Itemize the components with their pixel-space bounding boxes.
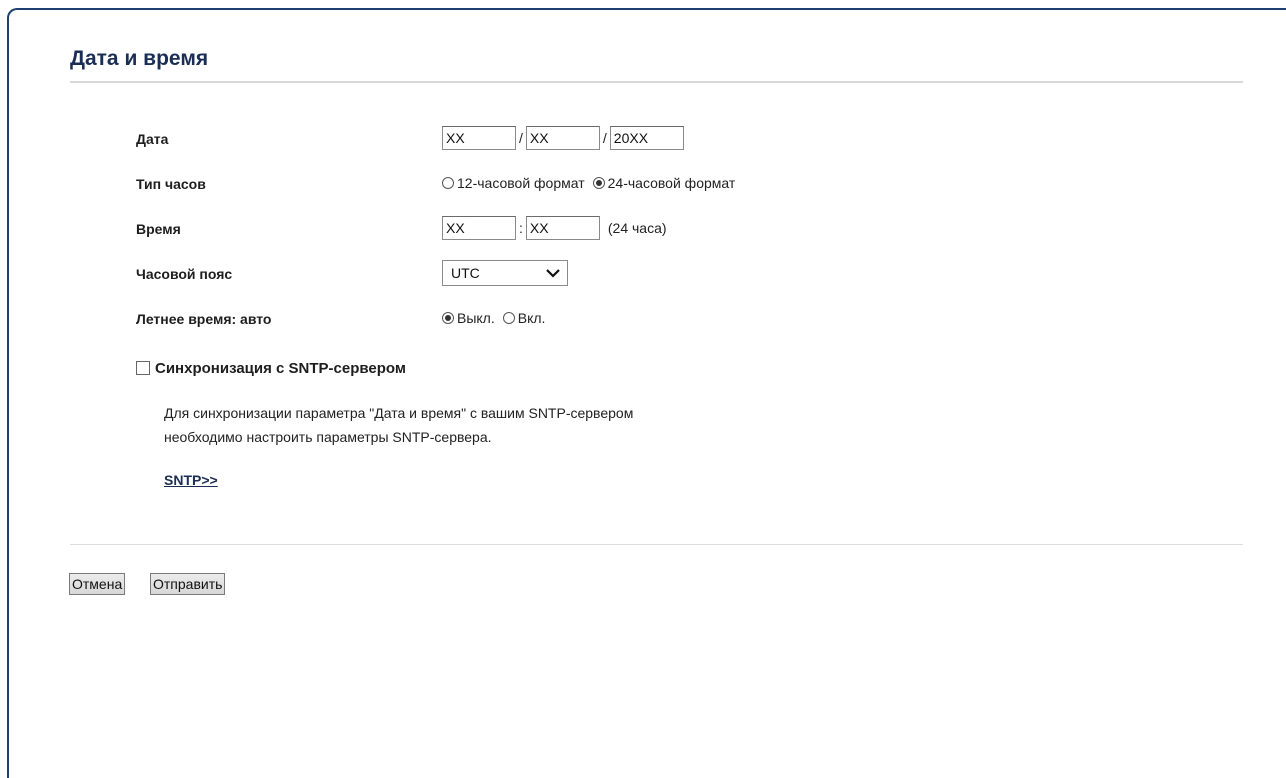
date-day-input[interactable] [442,126,516,150]
clock-type-controls: 12-часовой формат 24-часовой формат [442,175,743,191]
time-separator: : [519,220,523,236]
dst-on-label[interactable]: Вкл. [518,310,546,326]
time-zone-value: UTC [451,265,480,281]
time-zone-label: Часовой пояс [136,266,233,282]
submit-button[interactable]: Отправить [150,573,226,595]
sntp-description-line1: Для синхронизации параметра "Дата и врем… [164,405,634,421]
sntp-description-line2: необходимо настроить параметры SNTP-серв… [164,429,492,445]
clock-24h-label[interactable]: 24-часовой формат [608,175,736,191]
date-separator: / [602,130,607,146]
dst-auto-label: Летнее время: авто [136,311,272,327]
date-month-input[interactable] [525,126,600,150]
page-title: Дата и время [70,47,209,70]
bottom-divider [70,544,1243,545]
sntp-settings-link[interactable]: SNTP>> [164,472,218,488]
dst-off-radio[interactable] [442,312,454,324]
clock-24h-radio[interactable] [592,177,605,189]
time-format-hint: (24 часа) [607,220,667,236]
time-label: Время [136,221,181,237]
date-label: Дата [136,131,169,147]
dst-off-label[interactable]: Выкл. [457,310,495,326]
cancel-button[interactable]: Отмена [69,573,126,595]
time-controls: : (24 часа) [442,216,667,240]
content-frame [7,8,1286,778]
date-year-input[interactable] [609,126,684,150]
clock-12h-label[interactable]: 12-часовой формат [457,175,585,191]
dst-auto-controls: Выкл. Вкл. [442,310,553,326]
time-minutes-input[interactable] [525,216,600,240]
date-separator: / [519,130,523,146]
dst-on-radio[interactable] [502,312,515,324]
sntp-sync-checkbox[interactable] [136,361,150,375]
time-zone-controls: UTC [442,260,568,286]
clock-12h-radio[interactable] [442,177,454,189]
clock-type-label: Тип часов [136,176,206,192]
title-divider [70,81,1243,83]
time-hours-input[interactable] [442,216,516,240]
sntp-sync-label[interactable]: Синхронизация с SNTP-сервером [155,360,406,377]
time-zone-select[interactable]: UTC [442,260,568,286]
date-controls: / / [442,126,684,150]
chevron-down-icon [546,269,560,278]
